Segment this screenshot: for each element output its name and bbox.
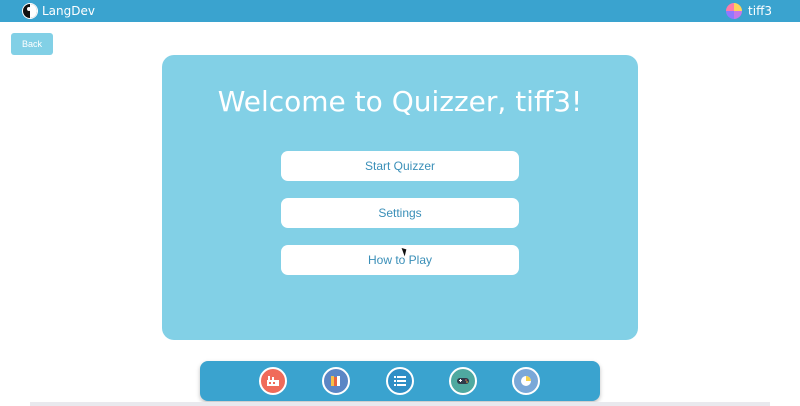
list-icon[interactable] [386,367,414,395]
page-footer-edge [30,402,770,406]
brand[interactable]: LangDev [22,2,95,20]
pie-chart-glyph [521,376,531,386]
how-to-play-button[interactable]: How to Play [281,245,519,275]
books-icon[interactable] [322,367,350,395]
pie-chart-icon[interactable] [512,367,540,395]
top-nav-bar: LangDev tiff3 [0,0,800,22]
yin-yang-icon [22,3,38,19]
settings-button[interactable]: Settings [281,198,519,228]
list-glyph [394,376,406,386]
bottom-dock [200,361,600,401]
page-title: Welcome to Quizzer, tiff3! [217,85,583,118]
gamepad-icon[interactable] [449,367,477,395]
factory-icon[interactable] [259,367,287,395]
back-button[interactable]: Back [11,33,53,55]
gamepad-glyph [457,378,469,384]
user-name: tiff3 [748,4,772,18]
start-quizzer-button[interactable]: Start Quizzer [281,151,519,181]
user-avatar-icon [726,3,743,19]
user-menu[interactable]: tiff3 [726,2,772,20]
factory-glyph [267,376,279,386]
books-glyph [331,376,340,386]
brand-name: LangDev [42,4,95,18]
welcome-card: Welcome to Quizzer, tiff3! Start Quizzer… [162,55,638,340]
